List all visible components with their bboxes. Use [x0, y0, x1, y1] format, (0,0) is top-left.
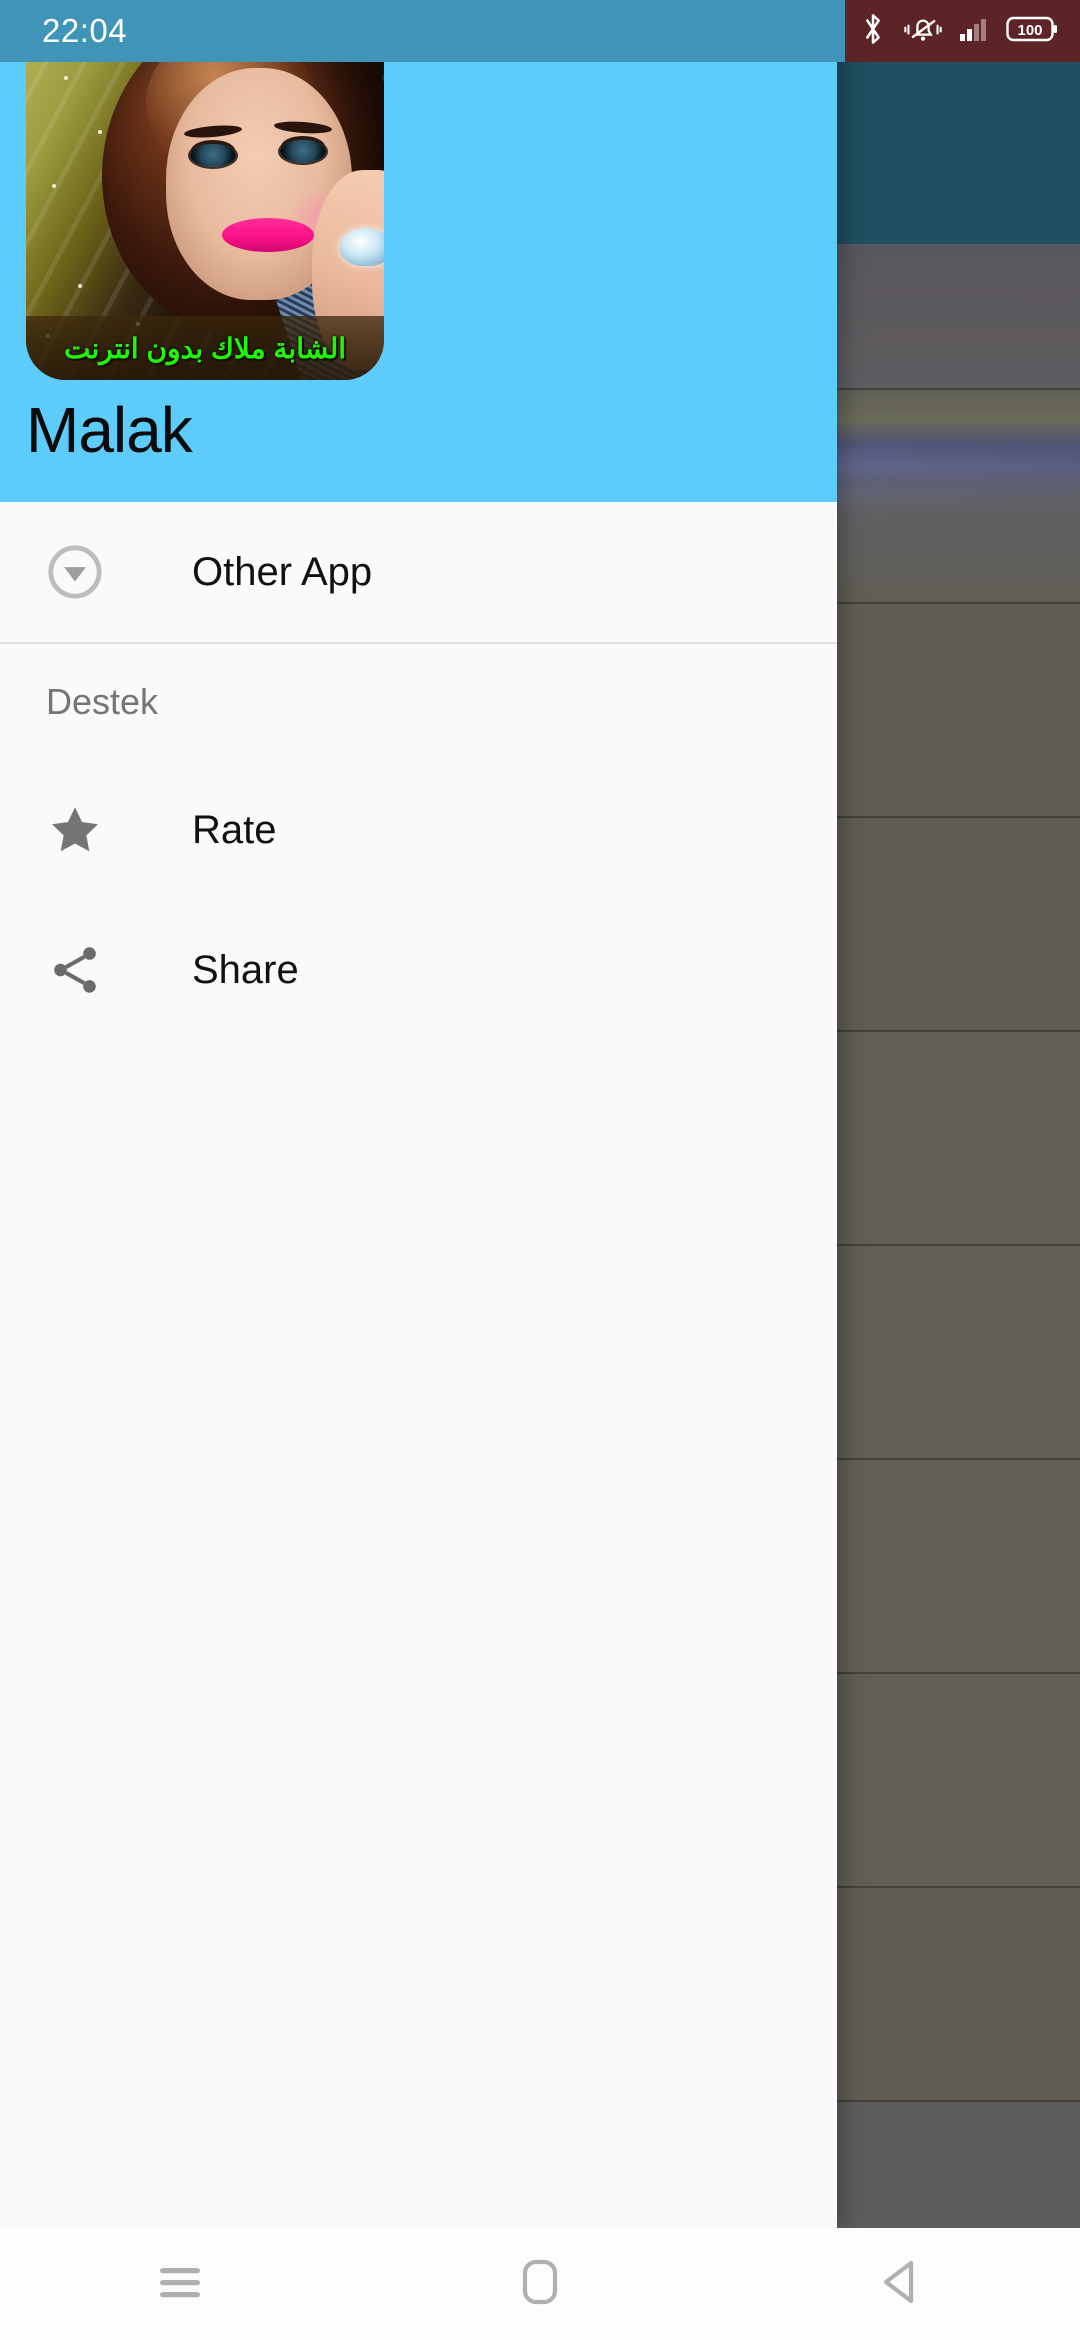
share-icon [46, 941, 142, 999]
app-icon-caption: الشابة ملاك بدون انترنت [26, 316, 384, 380]
nav-back-button[interactable] [815, 2228, 985, 2340]
back-triangle-icon [877, 2257, 923, 2312]
drawer-item-share[interactable]: Share [0, 900, 837, 1040]
app-icon-caption-text: الشابة ملاك بدون انترنت [63, 332, 347, 364]
phone-screen: الشابة ملاك بدون انترنت Malak Other App … [0, 0, 1080, 2340]
battery-icon: 100 [1006, 14, 1058, 49]
status-bar: 22:04 100 [0, 0, 1080, 62]
app-icon: الشابة ملاك بدون انترنت [26, 22, 384, 380]
status-bar-clock: 22:04 [42, 12, 128, 49]
navigation-drawer: الشابة ملاك بدون انترنت Malak Other App … [0, 0, 837, 2228]
nav-home-button[interactable] [455, 2228, 625, 2340]
drawer-item-other-app[interactable]: Other App [0, 502, 837, 642]
system-navigation-bar [0, 2228, 1080, 2340]
download-circle-icon [46, 543, 142, 601]
drawer-item-label: Rate [192, 807, 277, 852]
drawer-item-rate[interactable]: Rate [0, 760, 837, 900]
drawer-item-label: Share [192, 947, 299, 992]
star-icon [46, 801, 142, 859]
app-title: Malak [26, 394, 193, 466]
drawer-section-title: Destek [46, 681, 159, 722]
nav-recents-button[interactable] [95, 2228, 265, 2340]
drawer-item-label: Other App [192, 549, 373, 594]
drawer-support-section: Destek Rate Share [0, 644, 837, 1040]
drawer-header: الشابة ملاك بدون انترنت Malak [0, 0, 837, 502]
home-rounded-square-icon [518, 2256, 562, 2313]
menu-lines-icon [154, 2260, 206, 2309]
battery-level-text: 100 [1017, 22, 1042, 39]
vibrate-mute-icon [904, 12, 942, 51]
status-bar-icons: 100 [859, 0, 1058, 62]
drawer-primary-section: Other App [0, 502, 837, 642]
signal-bars-icon [959, 14, 989, 49]
bluetooth-icon [859, 12, 887, 51]
